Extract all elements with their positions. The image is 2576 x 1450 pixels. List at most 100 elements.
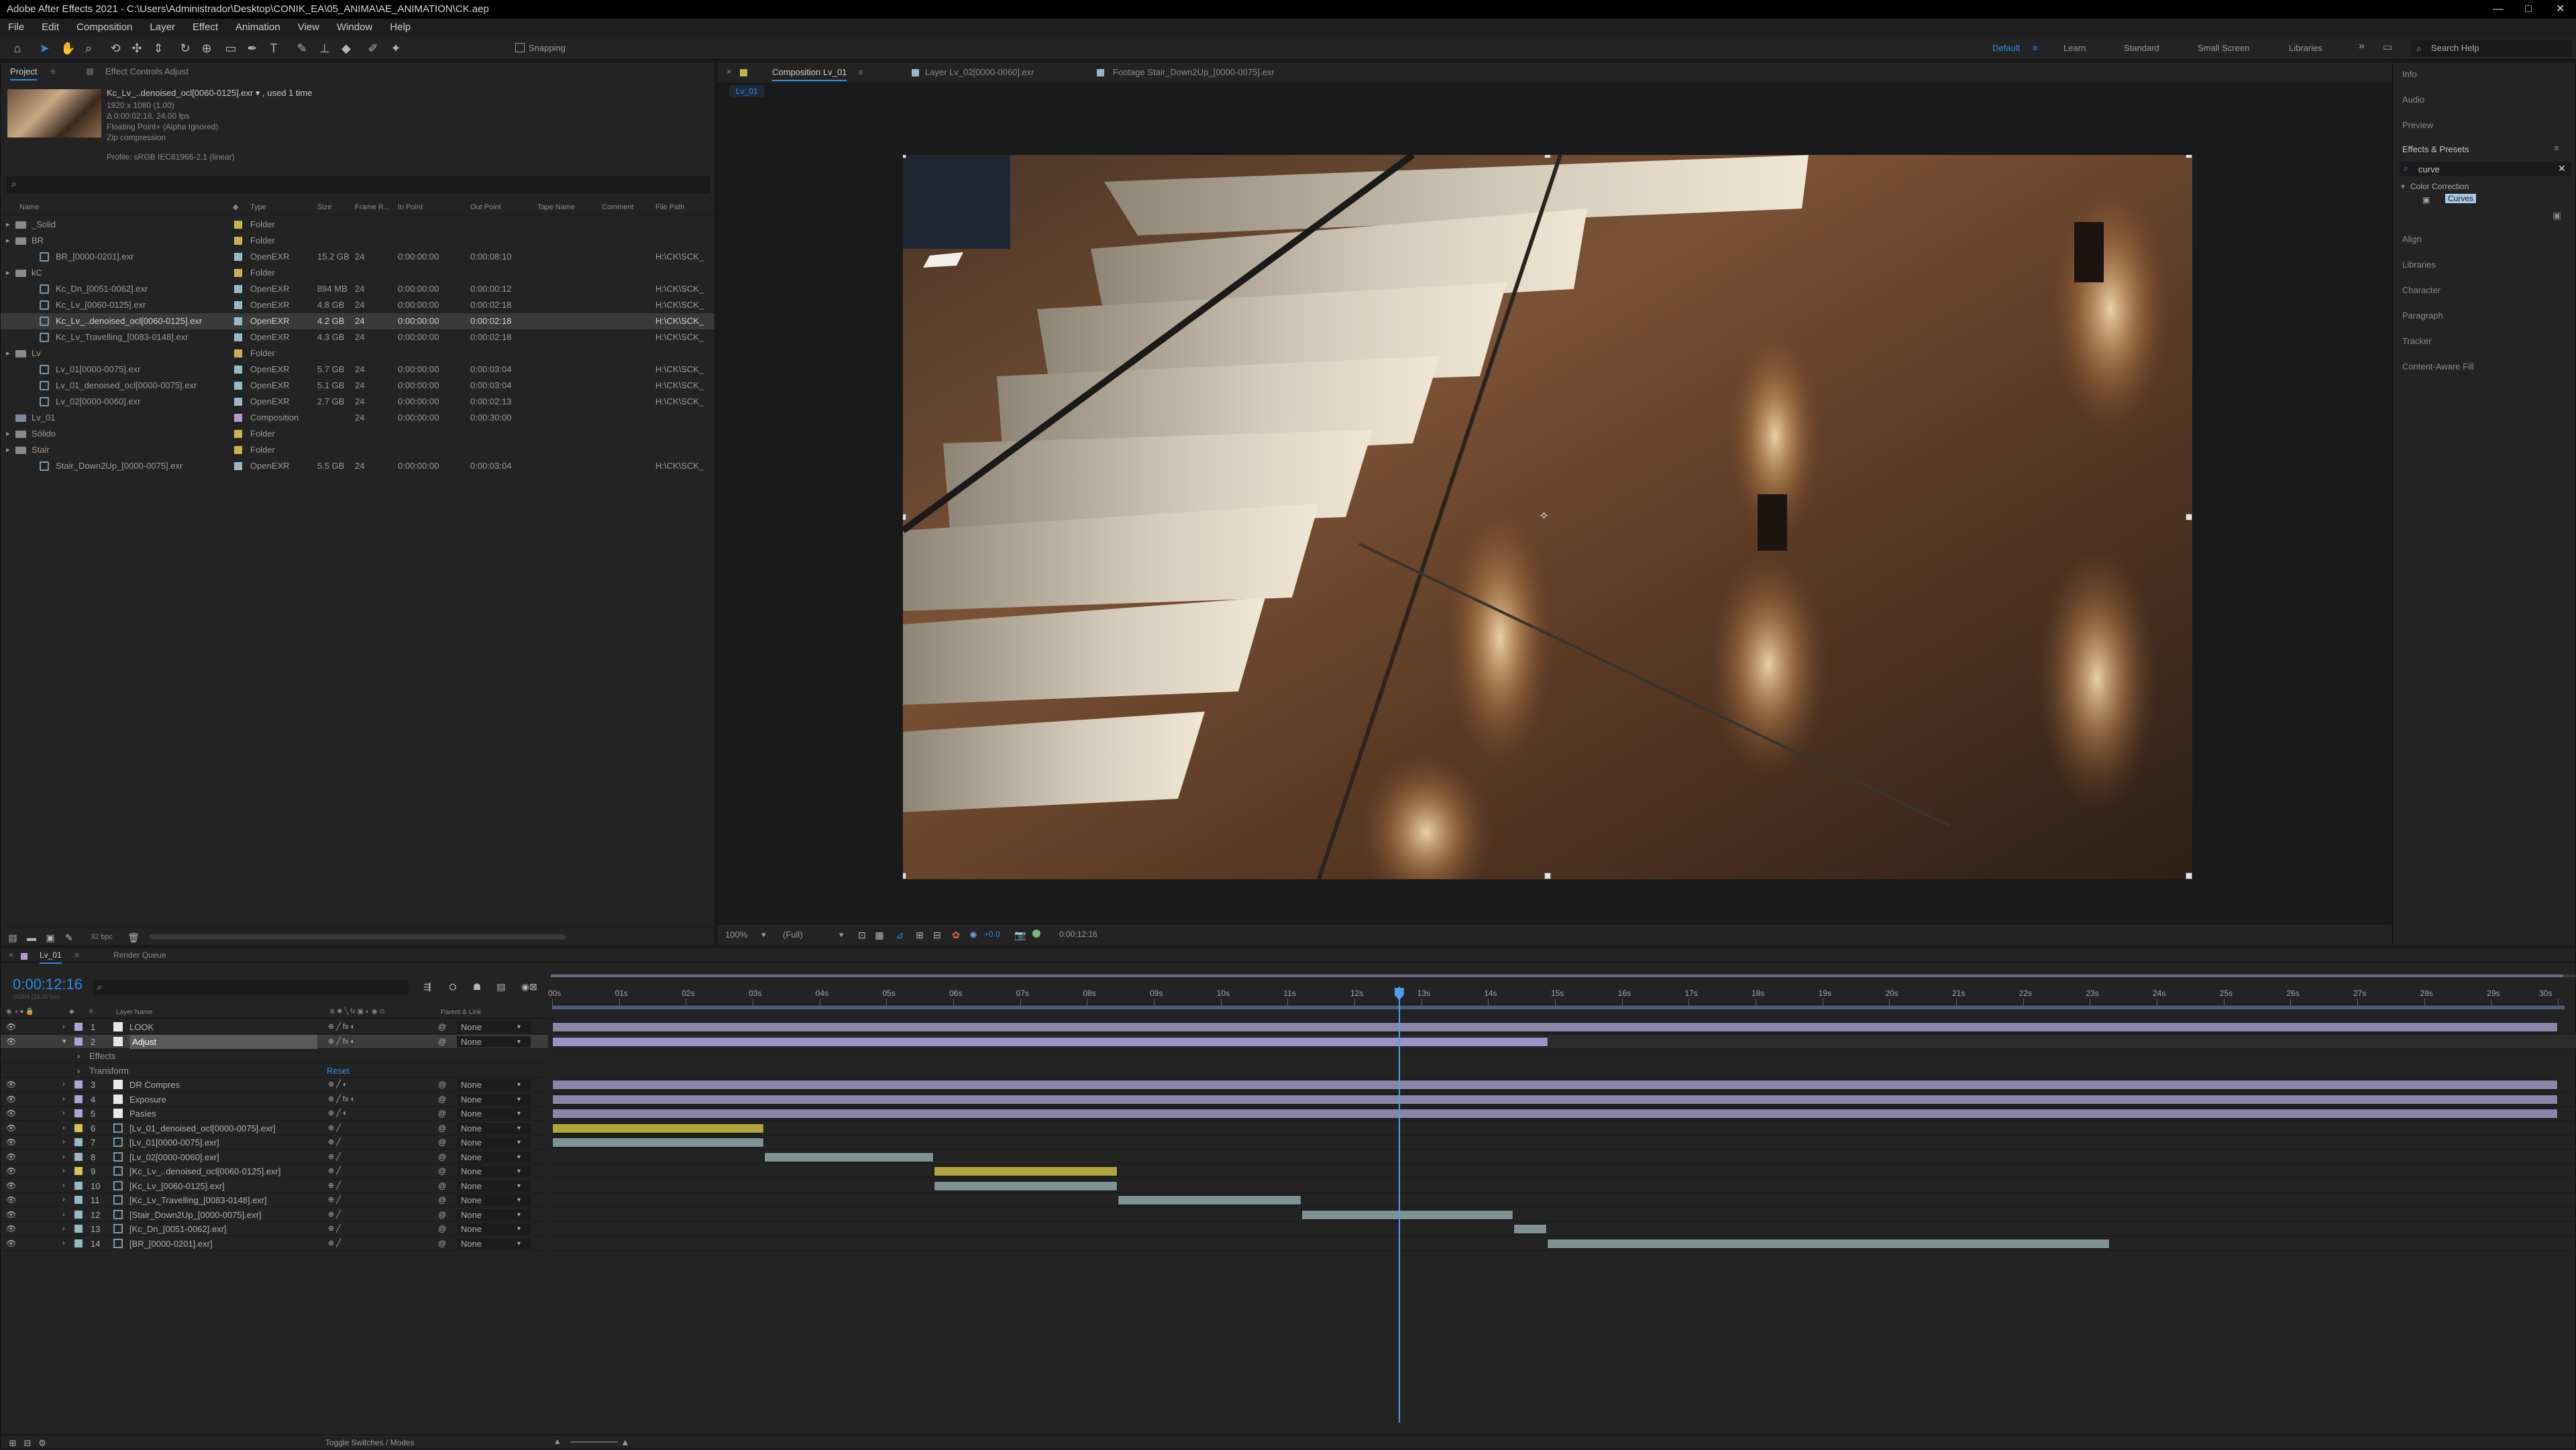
project-item-row[interactable]: ▸ Lv Folder	[1, 345, 714, 361]
bpc-label[interactable]: 32 bpc	[91, 933, 113, 941]
effects-category[interactable]: Color Correction	[2410, 182, 2469, 191]
layer-duration-bar[interactable]	[552, 1109, 2558, 1119]
project-item-row[interactable]: ▸ kC Folder	[1, 265, 714, 281]
bbox-handle-tr[interactable]	[2186, 155, 2192, 158]
menu-item-layer[interactable]: Layer	[150, 19, 175, 36]
label-swatch[interactable]	[234, 269, 242, 277]
layer-duration-bar[interactable]	[934, 1180, 1118, 1191]
view-options-icon[interactable]: ⊟	[930, 928, 944, 942]
menu-item-help[interactable]: Help	[390, 19, 411, 36]
project-item-row[interactable]: Kc_Dn_[0051-0062].exr OpenEXR 894 MB 24 0:00…	[1, 281, 714, 297]
label-swatch[interactable]	[234, 382, 242, 390]
layer-duration-bar[interactable]	[552, 1094, 2558, 1105]
puppet-tool-icon[interactable]: ✦	[389, 42, 402, 55]
current-time-indicator[interactable]	[1398, 987, 1400, 1423]
layer-switches-icon[interactable]: ⊞	[6, 1437, 19, 1450]
project-item-row[interactable]: Lv_01[0000-0075].exr OpenEXR 5.7 GB 24 0:00:…	[1, 361, 714, 378]
comp-mini-flowchart-icon[interactable]: ⇶	[421, 980, 434, 993]
search-help-input[interactable]: ⌕ Search Help	[2411, 40, 2572, 56]
tab-composition[interactable]: Composition Lv_01	[772, 67, 847, 81]
bbox-handle-b[interactable]	[1544, 873, 1551, 879]
minimize-button[interactable]: —	[2493, 0, 2504, 19]
type-tool-icon[interactable]: T	[267, 42, 280, 55]
comp-panel-menu-icon[interactable]: ≡	[858, 67, 863, 77]
resolution-chevron-icon[interactable]: ▾	[839, 930, 844, 940]
new-preset-icon[interactable]: ▣	[2553, 210, 2561, 221]
bbox-handle-l[interactable]	[903, 514, 906, 520]
in-out-icon[interactable]: ⚙	[36, 1437, 49, 1450]
timeline-zoom-slider[interactable]	[571, 1441, 618, 1443]
zoom-in-icon[interactable]: ▲	[621, 1437, 630, 1447]
work-area-range[interactable]	[552, 1005, 2565, 1009]
anchor-point-icon[interactable]: ✧	[1539, 509, 1549, 523]
transparency-grid-icon[interactable]: ▦	[873, 928, 886, 942]
timeline-menu-icon[interactable]: ≡	[74, 950, 79, 960]
exposure-value[interactable]: +0.0	[984, 930, 1000, 939]
pan-behind-tool-icon[interactable]: ⊕	[200, 42, 213, 55]
selected-item-dropdown-icon[interactable]: ▾	[256, 88, 260, 98]
home-icon[interactable]: ⌂	[11, 42, 24, 55]
delete-icon[interactable]: 🗑	[127, 931, 140, 944]
label-swatch[interactable]	[234, 366, 242, 374]
selection-tool-icon[interactable]: ➤	[38, 42, 51, 55]
label-swatch[interactable]	[234, 462, 242, 470]
panel-toggle-icon[interactable]: ▭	[2383, 41, 2392, 53]
bbox-handle-br[interactable]	[2186, 873, 2192, 879]
label-swatch[interactable]	[234, 237, 242, 245]
clear-search-icon[interactable]: ✕	[2558, 163, 2566, 174]
toggle-switches-modes[interactable]: Toggle Switches / Modes	[325, 1438, 415, 1447]
layer-duration-bar[interactable]	[934, 1166, 1118, 1176]
tab-timeline-lv01[interactable]: Lv_01	[40, 950, 62, 964]
menu-item-file[interactable]: File	[8, 19, 24, 36]
work-area-bar[interactable]	[552, 1005, 2565, 1019]
graph-editor-icon[interactable]: ⊠	[527, 980, 540, 993]
layer-duration-bar[interactable]	[1547, 1238, 2110, 1249]
label-swatch[interactable]	[234, 253, 242, 261]
folder-twirl-icon[interactable]: ▸	[6, 233, 10, 249]
effects-menu-icon[interactable]: ≡	[2554, 143, 2559, 153]
label-swatch[interactable]	[234, 301, 242, 309]
label-column-icon[interactable]: ◆	[233, 203, 238, 211]
zoom-out-icon[interactable]: ▲	[553, 1437, 561, 1446]
bbox-handle-t[interactable]	[1544, 155, 1551, 158]
viewer-timecode[interactable]: 0:00:12:16	[1059, 930, 1097, 939]
project-item-row[interactable]: Kc_Lv_..denoised_ocl[0060-0125].exr OpenE…	[1, 313, 714, 329]
category-expand-icon[interactable]: ▾	[2401, 182, 2405, 191]
current-time-display[interactable]: 0:00:12:16	[13, 976, 83, 993]
navigator-range[interactable]	[551, 974, 2563, 977]
menu-item-animation[interactable]: Animation	[235, 19, 280, 36]
project-column-tape-name[interactable]: Tape Name	[537, 203, 575, 211]
bbox-handle-tl[interactable]	[903, 155, 906, 158]
magnification-chevron-icon[interactable]: ▾	[761, 930, 766, 940]
tab-project[interactable]: Project	[10, 66, 38, 80]
project-column-in-point[interactable]: In Point	[398, 203, 423, 211]
panel-menu-icon[interactable]: ≡	[50, 66, 56, 76]
folder-twirl-icon[interactable]: ▸	[6, 426, 10, 442]
project-item-row[interactable]: Lv_01 Composition 24 0:00:00:00 0:00:30:00	[1, 410, 714, 426]
magnification-dropdown[interactable]: 100%	[725, 930, 747, 940]
brush-tool-icon[interactable]: ✎	[295, 42, 309, 55]
project-item-row[interactable]: ▸ Sólido Folder	[1, 426, 714, 442]
folder-twirl-icon[interactable]: ▸	[6, 442, 10, 458]
project-scrollbar[interactable]	[150, 934, 566, 940]
project-column-comment[interactable]: Comment	[602, 203, 634, 211]
workspace-learn[interactable]: Learn	[2063, 43, 2086, 53]
project-column-size[interactable]: Size	[317, 203, 331, 211]
panel-character[interactable]: Character	[2402, 285, 2440, 295]
exposure-reset-icon[interactable]: ✺	[967, 928, 980, 942]
workspace-overflow-icon[interactable]: »	[2359, 40, 2365, 52]
project-column-name[interactable]: Name	[19, 203, 39, 211]
comp-flowchart-tab[interactable]: Lv_01	[729, 85, 765, 97]
layer-duration-bar[interactable]	[552, 1080, 2558, 1090]
project-item-row[interactable]: ▸ Stair Folder	[1, 442, 714, 458]
rotation-tool-icon[interactable]: ↻	[178, 42, 192, 55]
bbox-handle-bl[interactable]	[903, 873, 906, 879]
menu-item-effect[interactable]: Effect	[193, 19, 218, 36]
time-ruler[interactable]: 00s 01s 02s 03s 04s 05s 06s 07s 08s 09s 10s 11s 12s 1…	[548, 987, 2565, 1005]
menu-item-composition[interactable]: Composition	[76, 19, 132, 36]
panel-content-aware-fill[interactable]: Content-Aware Fill	[2402, 361, 2474, 372]
effect-controls-lock-icon[interactable]	[87, 68, 93, 75]
comp-lock-icon[interactable]	[740, 69, 747, 76]
project-column-type[interactable]: Type	[250, 203, 266, 211]
timeline-search-input[interactable]: ⌕	[93, 980, 409, 995]
